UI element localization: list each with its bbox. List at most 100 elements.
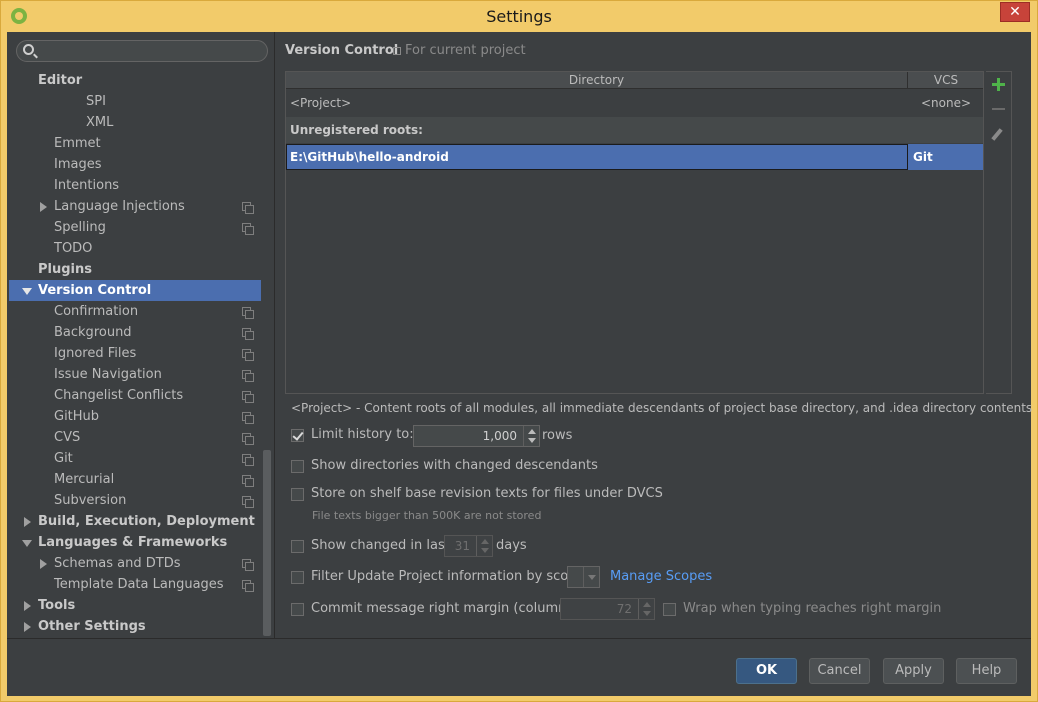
table-toolbar (986, 71, 1012, 394)
tree-item-issue-navigation[interactable]: Issue Navigation (9, 364, 261, 385)
apply-button[interactable]: Apply (883, 658, 944, 684)
project-level-icon (242, 559, 254, 571)
settings-search[interactable] (16, 40, 268, 62)
table-row-selected[interactable]: E:\GitHub\hello-android Git (286, 144, 983, 170)
show-changed-value: 31 (454, 539, 470, 553)
project-level-icon (242, 412, 254, 424)
tree-item-github[interactable]: GitHub (9, 406, 261, 427)
column-header-vcs[interactable]: VCS (909, 72, 983, 89)
tree-item-label: SPI (86, 94, 106, 109)
sidebar-scrollbar[interactable] (263, 450, 271, 636)
tree-item-label: Template Data Languages (54, 577, 224, 592)
tree-item-label: Tools (38, 598, 76, 613)
commit-margin-checkbox[interactable] (291, 603, 304, 616)
show-changed-label: Show changed in last (311, 538, 450, 553)
tree-item-intentions[interactable]: Intentions (9, 175, 261, 196)
spinner-arrows-icon[interactable] (523, 426, 539, 446)
tree-item-subversion[interactable]: Subversion (9, 490, 261, 511)
dialog-footer: OK Cancel Apply Help (7, 638, 1031, 696)
tree-item-label: Confirmation (54, 304, 139, 319)
spinner-arrows-icon[interactable] (638, 599, 654, 619)
days-label: days (496, 538, 527, 553)
limit-history-input[interactable]: 1,000 (413, 425, 540, 447)
tree-item-git[interactable]: Git (9, 448, 261, 469)
tree-item-schemas[interactable]: Schemas and DTDs (9, 553, 261, 574)
tree-item-languages[interactable]: Languages & Frameworks (9, 532, 261, 553)
group-label: Unregistered roots: (290, 123, 423, 137)
collapse-arrow-icon[interactable] (22, 288, 32, 295)
help-button[interactable]: Help (956, 658, 1017, 684)
tree-item-changelist-conflicts[interactable]: Changelist Conflicts (9, 385, 261, 406)
edit-icon[interactable] (991, 128, 1003, 141)
tree-item-label: Changelist Conflicts (54, 388, 184, 403)
wrap-margin-checkbox[interactable] (663, 603, 676, 616)
store-shelf-option: Store on shelf base revision texts for f… (291, 485, 791, 505)
tree-item-label: Build, Execution, Deployment (38, 514, 255, 529)
expand-arrow-icon[interactable] (24, 517, 31, 527)
tree-item-label: Git (54, 451, 73, 466)
tree-item-label: Language Injections (54, 199, 185, 214)
manage-scopes-link[interactable]: Manage Scopes (610, 569, 712, 584)
tree-item-ignored-files[interactable]: Ignored Files (9, 343, 261, 364)
store-shelf-checkbox[interactable] (291, 488, 304, 501)
tree-item-todo[interactable]: TODO (9, 238, 261, 259)
tree-item-label: Background (54, 325, 132, 340)
dialog-content: Editor SPI XML Emmet Images Intentions L… (7, 32, 1033, 696)
expand-arrow-icon[interactable] (24, 622, 31, 632)
limit-history-checkbox[interactable] (291, 429, 304, 442)
tree-item-background[interactable]: Background (9, 322, 261, 343)
tree-item-emmet[interactable]: Emmet (9, 133, 261, 154)
tree-item-label: Other Settings (38, 619, 146, 634)
expand-arrow-icon[interactable] (24, 601, 31, 611)
commit-margin-value: 72 (616, 602, 632, 616)
remove-icon[interactable] (992, 108, 1005, 110)
table-group-row: Unregistered roots: (286, 117, 983, 143)
title-bar[interactable]: Settings ✕ (1, 1, 1037, 32)
show-dirs-checkbox[interactable] (291, 460, 304, 473)
search-input[interactable] (41, 43, 263, 59)
tree-item-cvs[interactable]: CVS (9, 427, 261, 448)
show-changed-checkbox[interactable] (291, 540, 304, 553)
tree-item-spelling[interactable]: Spelling (9, 217, 261, 238)
project-level-icon (242, 307, 254, 319)
tree-item-label: CVS (54, 430, 81, 445)
collapse-arrow-icon[interactable] (22, 540, 32, 547)
project-level-icon (242, 349, 254, 361)
tree-item-editor[interactable]: Editor (9, 70, 261, 91)
commit-margin-input[interactable]: 72 (560, 598, 655, 620)
tree-item-build[interactable]: Build, Execution, Deployment (9, 511, 261, 532)
ok-button[interactable]: OK (736, 658, 797, 684)
project-note: <Project> - Content roots of all modules… (291, 401, 1033, 415)
tree-item-template-data[interactable]: Template Data Languages (9, 574, 261, 595)
wrap-margin-option: Wrap when typing reaches right margin (663, 600, 963, 620)
project-scope-icon (393, 47, 401, 55)
expand-arrow-icon[interactable] (40, 559, 47, 569)
tree-item-xml[interactable]: XML (9, 112, 261, 133)
spinner-arrows-icon[interactable] (476, 536, 492, 556)
tree-item-label: Version Control (38, 283, 152, 298)
filter-update-checkbox[interactable] (291, 571, 304, 584)
tree-item-mercurial[interactable]: Mercurial (9, 469, 261, 490)
show-changed-days-input[interactable]: 31 (444, 535, 493, 557)
tree-item-version-control[interactable]: Version Control (9, 280, 261, 301)
tree-item-tools[interactable]: Tools (9, 595, 261, 616)
add-icon[interactable] (992, 78, 1005, 91)
tree-item-spi[interactable]: SPI (9, 91, 261, 112)
tree-item-confirmation[interactable]: Confirmation (9, 301, 261, 322)
tree-item-language-injections[interactable]: Language Injections (9, 196, 261, 217)
settings-sidebar: Editor SPI XML Emmet Images Intentions L… (7, 32, 275, 638)
commit-margin-label: Commit message right margin (columns): (311, 601, 583, 616)
tree-item-other-settings[interactable]: Other Settings (9, 616, 261, 637)
tree-item-plugins[interactable]: Plugins (9, 259, 261, 280)
cancel-button[interactable]: Cancel (809, 658, 870, 684)
tree-item-label: Languages & Frameworks (38, 535, 228, 550)
show-dirs-option: Show directories with changed descendant… (291, 457, 691, 477)
scope-combo[interactable] (567, 566, 600, 588)
expand-arrow-icon[interactable] (40, 202, 47, 212)
cell-vcs: <none> (920, 96, 972, 110)
column-header-directory[interactable]: Directory (286, 72, 908, 89)
tree-item-images[interactable]: Images (9, 154, 261, 175)
table-row[interactable]: <Project> <none> (286, 90, 983, 116)
close-button[interactable]: ✕ (1000, 2, 1030, 22)
tree-item-label: Subversion (54, 493, 127, 508)
